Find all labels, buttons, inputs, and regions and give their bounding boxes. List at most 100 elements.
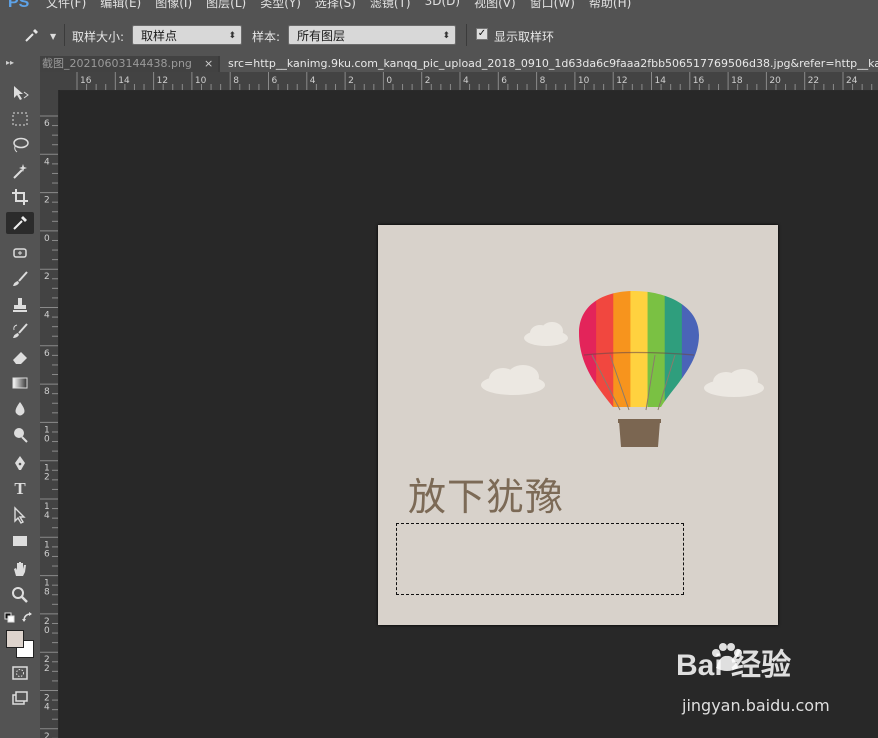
show-ring-label: 显示取样环 xyxy=(494,30,555,44)
crop-tool[interactable] xyxy=(6,186,34,208)
rectangle-tool[interactable] xyxy=(6,530,34,552)
ruler-label: 4 xyxy=(44,511,50,521)
ruler-label: 4 xyxy=(44,157,50,167)
healing-tool[interactable] xyxy=(6,242,34,264)
menu-select[interactable]: 选择(S) xyxy=(315,0,356,11)
tool-preset-caret-icon[interactable]: ▼ xyxy=(50,32,56,41)
ps-logo: PS xyxy=(8,0,30,11)
eyedropper-icon xyxy=(13,216,27,230)
sample-value: 所有图层 xyxy=(297,29,346,43)
menu-filter[interactable]: 滤镜(T) xyxy=(370,0,411,11)
sample-size-select[interactable]: 取样点 ⬍ xyxy=(132,25,242,45)
menu-type[interactable]: 类型(Y) xyxy=(260,0,301,11)
crop-icon xyxy=(12,189,28,205)
ruler-label: 2 xyxy=(44,732,50,738)
close-icon[interactable]: × xyxy=(204,56,213,71)
menu-help[interactable]: 帮助(H) xyxy=(589,0,631,11)
show-ring-checkbox[interactable]: ✓ xyxy=(476,28,488,40)
ruler-ticks: 64202468101214161820222426 xyxy=(40,115,58,738)
sample-select[interactable]: 所有图层 ⬍ xyxy=(288,25,456,45)
path-select-icon xyxy=(14,506,26,524)
ruler-label: 0 xyxy=(386,76,392,86)
menu-3d[interactable]: 3D(D) xyxy=(425,0,460,11)
watermark-url: jingyan.baidu.com xyxy=(682,696,830,715)
zoom-tool[interactable] xyxy=(6,584,34,606)
history-brush-tool[interactable] xyxy=(6,320,34,342)
brush-tool[interactable] xyxy=(6,268,34,290)
menu-edit[interactable]: 编辑(E) xyxy=(100,0,141,11)
ruler-label: 14 xyxy=(655,76,667,86)
ruler-label: 8 xyxy=(540,76,546,86)
ruler-label: 6 xyxy=(44,349,50,359)
ruler-label: 2 xyxy=(44,473,50,483)
lasso-icon xyxy=(13,137,29,153)
ruler-label: 2 xyxy=(425,76,431,86)
path-selection-tool[interactable] xyxy=(6,504,34,526)
ruler-label: 16 xyxy=(80,76,92,86)
move-icon xyxy=(14,86,29,100)
tab-label: 截图_20210603144438.png xyxy=(42,57,192,70)
document-title-text: 放下犹豫 xyxy=(408,475,565,519)
screen-mode-icon xyxy=(12,691,28,705)
foreground-color-swatch[interactable] xyxy=(6,630,24,648)
tools-panel: ▸▸ T xyxy=(0,56,41,738)
history-brush-icon xyxy=(13,323,28,338)
selection-marquee[interactable] xyxy=(396,523,684,595)
eyedropper-tool[interactable] xyxy=(6,212,34,234)
ruler-label: 6 xyxy=(44,549,50,559)
eraser-tool[interactable] xyxy=(6,346,34,368)
ruler-label: 6 xyxy=(272,76,278,86)
balloon-stripe xyxy=(596,291,614,407)
screen-mode-button[interactable] xyxy=(6,688,34,710)
tab-active-image[interactable]: src=http__kanimg.9ku.com_kanqq_pic_uploa… xyxy=(220,56,878,72)
menu-image[interactable]: 图像(I) xyxy=(155,0,192,11)
ruler-label: 2 xyxy=(44,196,50,206)
ruler-label: 24 xyxy=(846,76,858,86)
menu-file[interactable]: 文件(F) xyxy=(46,0,86,11)
menu-view[interactable]: 视图(V) xyxy=(474,0,516,11)
panel-collapse-icon[interactable]: ▸▸ xyxy=(6,58,14,67)
move-tool[interactable] xyxy=(6,82,34,104)
hand-tool[interactable] xyxy=(6,558,34,580)
default-colors-icon[interactable] xyxy=(4,612,16,624)
vertical-ruler[interactable]: 64202468101214161820222426 xyxy=(40,90,59,738)
pen-tool[interactable] xyxy=(6,452,34,474)
blur-tool[interactable] xyxy=(6,398,34,420)
ruler-label: 6 xyxy=(44,119,50,129)
ruler-ticks: 16 14 12 10 8 6 4 2 0 2 4 6 8 10 12 14 16 18 20 22 24 xyxy=(76,72,873,90)
magic-wand-tool[interactable] xyxy=(6,160,34,182)
swap-colors-icon[interactable] xyxy=(22,612,34,624)
basket xyxy=(619,421,660,447)
type-tool[interactable]: T xyxy=(6,478,34,500)
gradient-tool[interactable] xyxy=(6,372,34,394)
ruler-label: 16 xyxy=(693,76,705,86)
dodge-tool[interactable] xyxy=(6,424,34,446)
ruler-label: 0 xyxy=(44,626,50,636)
ruler-label: 4 xyxy=(44,311,50,321)
magic-wand-icon xyxy=(13,164,27,179)
basket-rim xyxy=(618,419,661,423)
lasso-tool[interactable] xyxy=(6,134,34,156)
horizontal-ruler[interactable]: 16 14 12 10 8 6 4 2 0 2 4 6 8 10 12 14 16 18 20 22 24 xyxy=(60,72,878,91)
ruler-label: 4 xyxy=(463,76,469,86)
ruler-origin[interactable] xyxy=(40,72,60,90)
menu-window[interactable]: 窗口(W) xyxy=(530,0,575,11)
ruler-label: 2 xyxy=(44,272,50,282)
menu-layer[interactable]: 图层(L) xyxy=(206,0,246,11)
sample-label: 样本: xyxy=(252,30,281,44)
eyedropper-icon[interactable] xyxy=(24,27,40,43)
sample-size-label: 取样大小: xyxy=(72,30,125,44)
ruler-label: 12 xyxy=(157,76,168,86)
hand-icon xyxy=(14,562,26,576)
rectangle-icon xyxy=(13,536,27,546)
cloud-left xyxy=(481,365,545,395)
marquee-tool[interactable] xyxy=(6,108,34,130)
ruler-label: 8 xyxy=(233,76,239,86)
zoom-icon xyxy=(12,587,28,603)
ruler-label: 6 xyxy=(501,76,507,86)
clone-stamp-tool[interactable] xyxy=(6,294,34,316)
tab-screenshot[interactable]: 截图_20210603144438.png xyxy=(40,56,218,72)
quick-mask-button[interactable] xyxy=(6,662,34,684)
balloon-stripe xyxy=(613,291,631,407)
cloud-top xyxy=(524,322,568,346)
